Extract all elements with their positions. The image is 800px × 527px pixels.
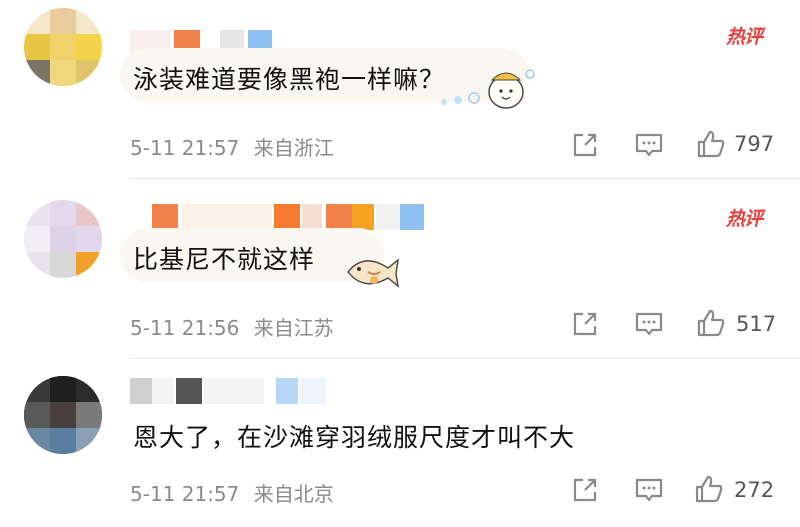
comment-item: 恩大了，在沙滩穿羽绒服尺度才叫不大 5-11 21:57 来自北京 272 xyxy=(0,358,800,527)
comment-meta: 5-11 21:56 来自江苏 xyxy=(130,312,334,341)
comment-text: 泳装难道要像黑袍一样嘛？ xyxy=(133,65,446,94)
comment-location: 来自江苏 xyxy=(253,316,334,340)
avatar[interactable] xyxy=(24,8,102,86)
like-count: 797 xyxy=(734,132,775,156)
comment-meta: 5-11 21:57 来自浙江 xyxy=(130,132,334,161)
comment-item: 热评 泳装难道要像黑袍一样嘛？ 5-11 21:57 来自浙江 797 xyxy=(0,0,800,175)
comment-icon[interactable] xyxy=(634,476,664,504)
comment-time: 5-11 21:57 xyxy=(130,136,240,160)
fish-sticker-icon xyxy=(347,258,399,288)
comment-icon[interactable] xyxy=(634,310,664,338)
avatar[interactable] xyxy=(24,200,102,278)
comment-item: 热评 比基尼不就这样 5-11 21:56 来自江苏 517 xyxy=(0,178,800,358)
like-count: 272 xyxy=(734,478,775,502)
comment-meta: 5-11 21:57 来自北京 xyxy=(130,478,334,507)
username-pixelated[interactable] xyxy=(130,204,430,230)
comment-text: 比基尼不就这样 xyxy=(133,245,316,274)
comment-location: 来自浙江 xyxy=(253,136,334,160)
comment-time: 5-11 21:57 xyxy=(130,482,240,506)
hot-comment-badge: 热评 xyxy=(726,26,763,48)
comment-time: 5-11 21:56 xyxy=(130,316,240,340)
emoji-sticker-icon xyxy=(441,69,535,109)
comment-location: 来自北京 xyxy=(253,482,334,506)
like-icon[interactable] xyxy=(696,308,726,338)
hot-comment-badge: 热评 xyxy=(726,208,763,230)
like-count: 517 xyxy=(736,312,777,336)
comment-text: 恩大了，在沙滩穿羽绒服尺度才叫不大 xyxy=(133,423,576,452)
avatar[interactable] xyxy=(24,376,102,454)
share-icon[interactable] xyxy=(571,476,599,504)
like-icon[interactable] xyxy=(696,129,726,159)
share-icon[interactable] xyxy=(571,310,599,338)
share-icon[interactable] xyxy=(571,131,599,159)
username-pixelated[interactable] xyxy=(130,378,430,404)
like-icon[interactable] xyxy=(694,474,724,504)
comment-icon[interactable] xyxy=(634,131,664,159)
